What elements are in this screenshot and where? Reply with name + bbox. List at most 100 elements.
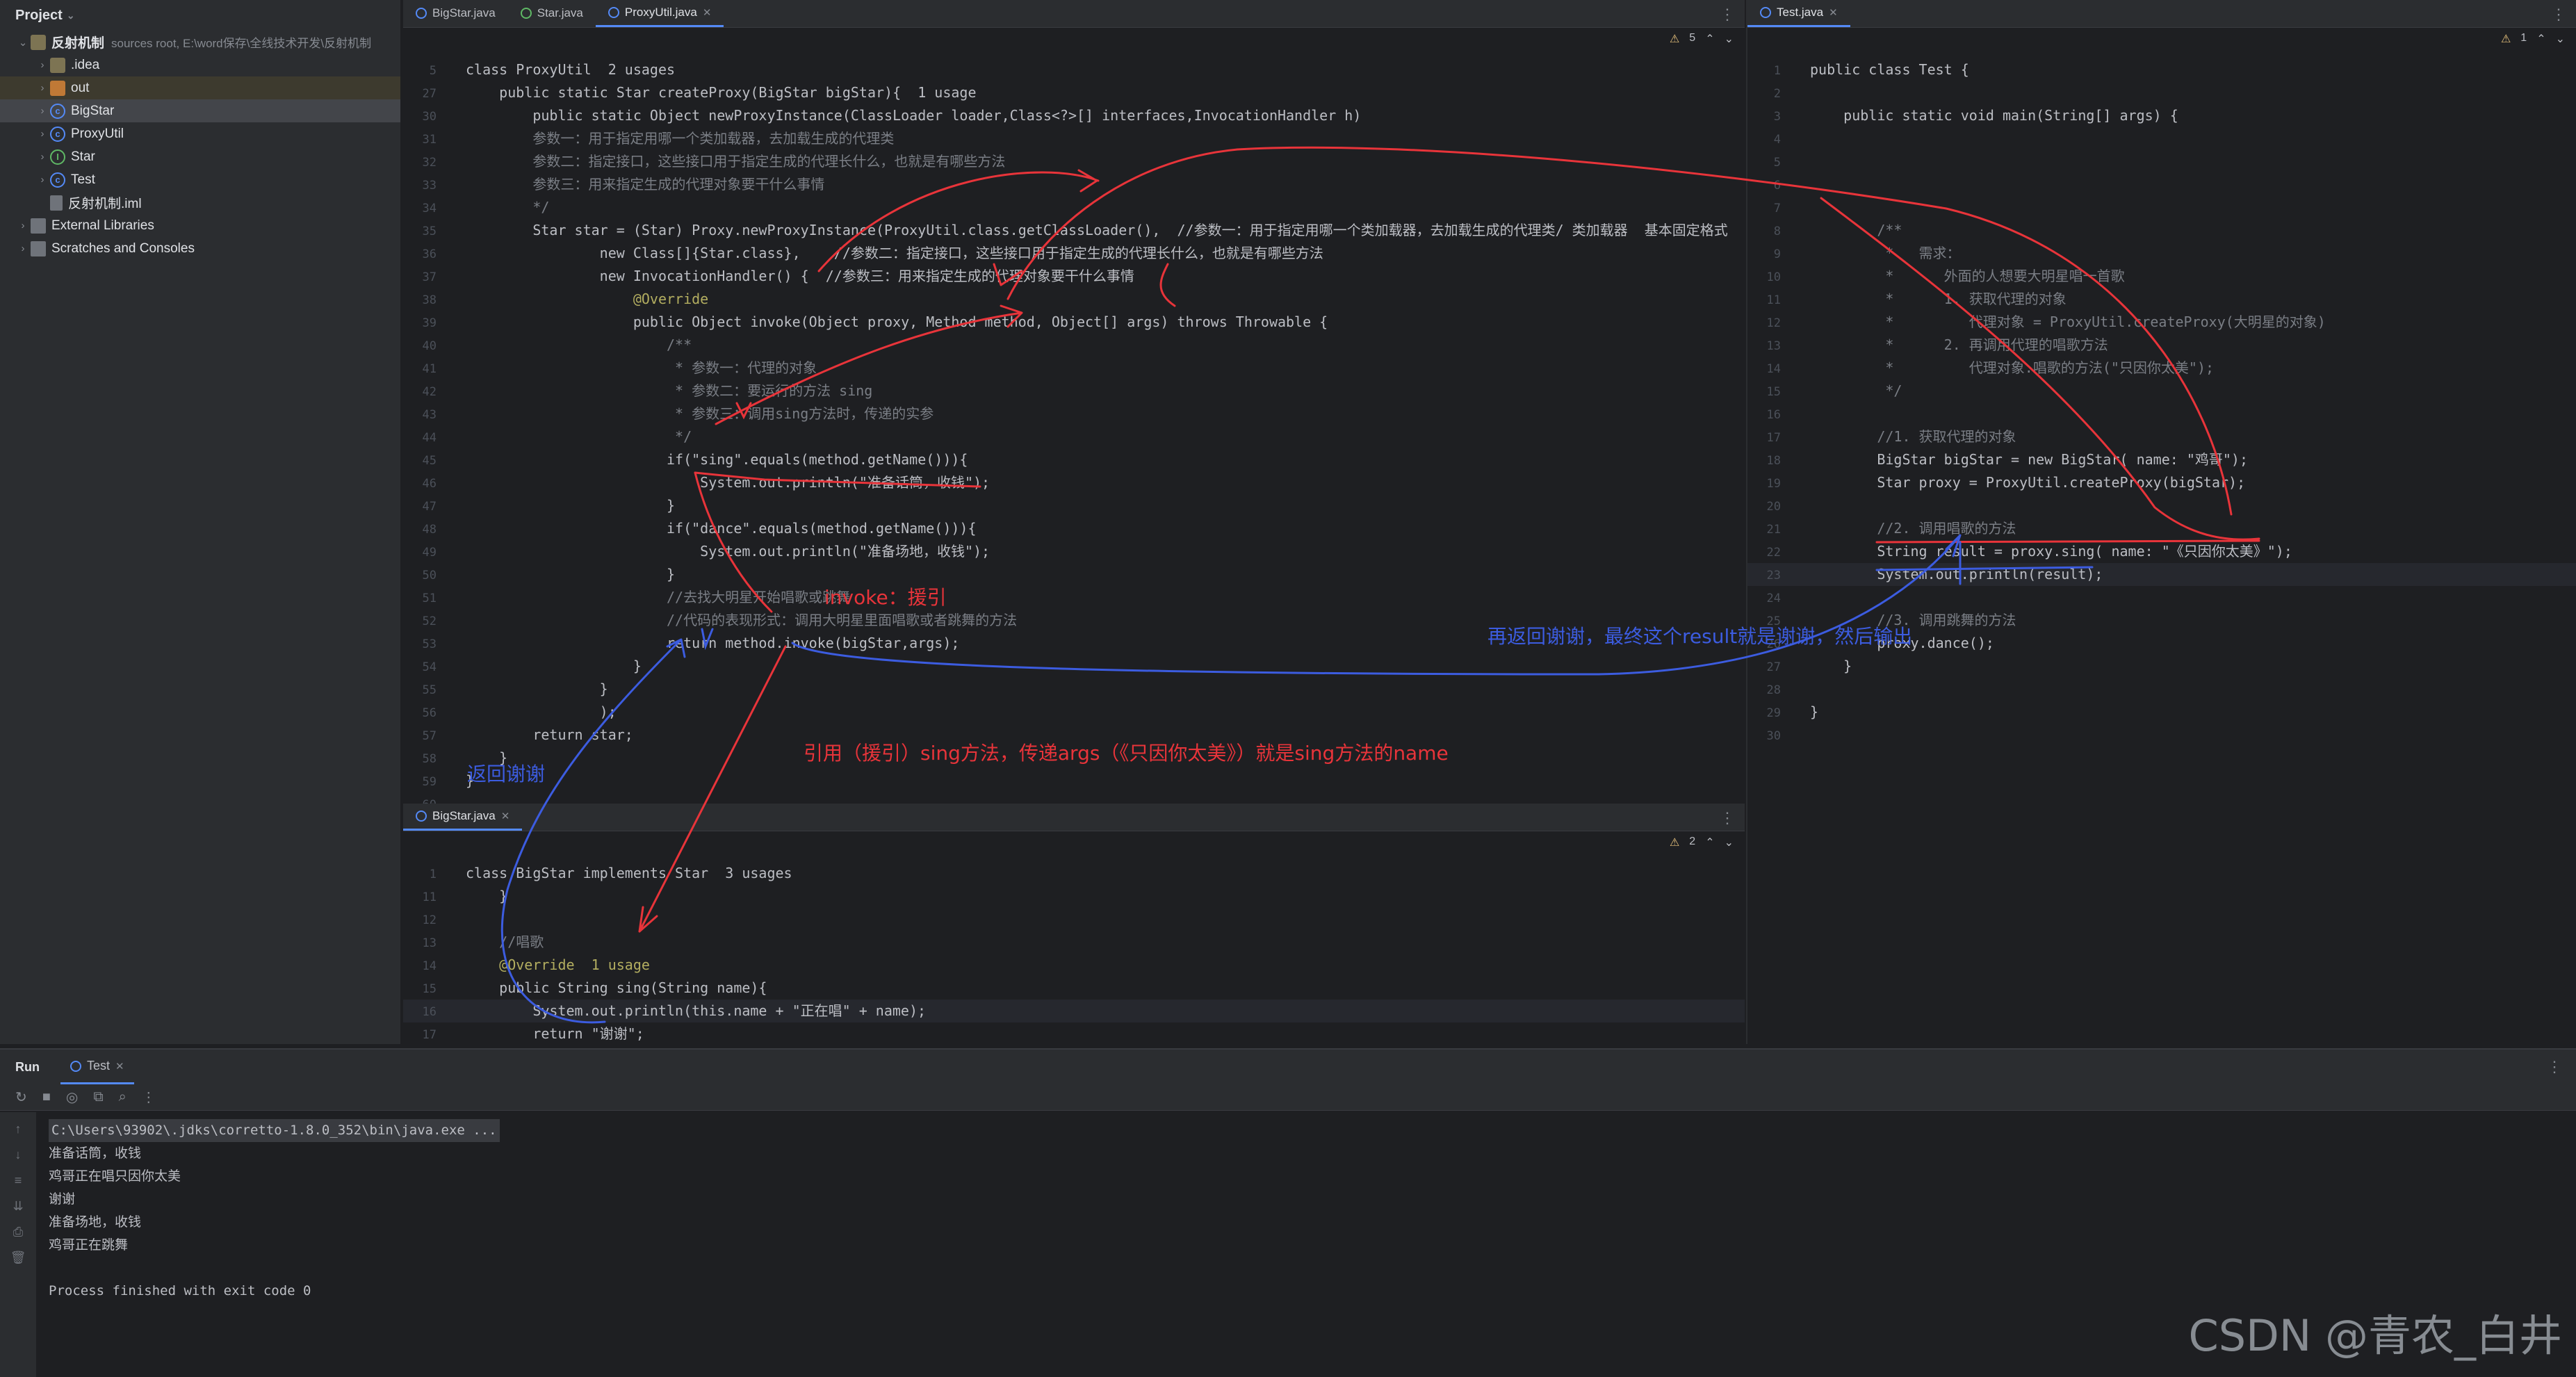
code-line[interactable]: 56 ); [403, 701, 1745, 724]
close-icon[interactable]: ✕ [115, 1060, 124, 1073]
code-line[interactable]: 55 } [403, 678, 1745, 701]
more-icon[interactable]: ⋮ [1720, 6, 1735, 24]
line-number[interactable]: 4 [1747, 129, 1785, 152]
code-line[interactable]: 5 class ProxyUtil 2 usages [403, 58, 1745, 81]
line-number[interactable]: 30 [1747, 725, 1785, 748]
tree-item-iml[interactable]: 反射机制.iml [0, 191, 400, 214]
close-icon[interactable]: ✕ [501, 810, 510, 822]
scroll-to-end-icon[interactable]: ⇊ [13, 1199, 23, 1214]
line-number[interactable]: 11 [403, 886, 441, 909]
code-line[interactable]: 12 * 代理对象 = ProxyUtil.createProxy(大明星的对象… [1747, 311, 2576, 334]
line-number[interactable]: 15 [1747, 381, 1785, 404]
line-number[interactable]: 27 [1747, 656, 1785, 679]
line-number[interactable]: 14 [1747, 358, 1785, 381]
code-line[interactable]: 47 } [403, 494, 1745, 517]
code-line[interactable]: 15 */ [1747, 380, 2576, 402]
chevron-down-icon[interactable]: ⌄ [67, 10, 75, 22]
line-number[interactable]: 30 [403, 106, 441, 129]
line-number[interactable]: 52 [403, 610, 441, 633]
code-line[interactable]: 19 Star proxy = ProxyUtil.createProxy(bi… [1747, 471, 2576, 494]
tab-bigstar-java[interactable]: BigStar.java ✕ [403, 803, 523, 831]
line-number[interactable]: 53 [403, 633, 441, 656]
code-line[interactable]: 1 class BigStar implements Star 3 usages [403, 862, 1745, 885]
code-line[interactable]: 37 new InvocationHandler() { //参数三：用来指定生… [403, 265, 1745, 288]
code-line[interactable]: 22 String result = proxy.sing( name: "《只… [1747, 540, 2576, 563]
print-icon[interactable]: ⎙ [13, 1225, 23, 1239]
code-line[interactable]: 45 if("sing".equals(method.getName())){ [403, 448, 1745, 471]
code-line[interactable]: 11 } [403, 885, 1745, 908]
line-number[interactable]: 29 [1747, 702, 1785, 725]
tab-star-java[interactable]: Star.java [508, 0, 596, 27]
code-line[interactable]: 15 public String sing(String name){ [403, 977, 1745, 1000]
code-line[interactable]: 17 //1. 获取代理的对象 [1747, 425, 2576, 448]
code-line[interactable]: 16 System.out.println(this.name + "正在唱" … [403, 1000, 1745, 1022]
line-number[interactable]: 59 [403, 771, 441, 794]
code-line[interactable]: 7 [1747, 196, 2576, 219]
soft-wrap-icon[interactable]: ≡ [15, 1173, 22, 1188]
more-icon[interactable]: ⋮ [2551, 6, 2566, 24]
search-icon[interactable]: ⌕ [119, 1089, 127, 1105]
code-line[interactable]: 59} [403, 769, 1745, 792]
code-line[interactable]: 54 } [403, 655, 1745, 678]
line-number[interactable]: 57 [403, 725, 441, 748]
code-line[interactable]: 12 [403, 908, 1745, 931]
line-number[interactable]: 1 [1747, 60, 1785, 83]
line-number[interactable]: 41 [403, 358, 441, 381]
chevron-right-icon[interactable]: › [35, 82, 50, 94]
line-number[interactable]: 44 [403, 427, 441, 450]
code-line[interactable]: 21 //2. 调用唱歌的方法 [1747, 517, 2576, 540]
code-area[interactable]: 5 class ProxyUtil 2 usages 27 public stati… [403, 28, 1745, 812]
line-number[interactable]: 9 [1747, 243, 1785, 266]
line-number[interactable]: 47 [403, 496, 441, 519]
line-number[interactable]: 15 [403, 978, 441, 1001]
line-number[interactable]: 11 [1747, 289, 1785, 312]
close-icon[interactable]: ✕ [703, 6, 712, 19]
code-line[interactable]: 28 [1747, 678, 2576, 701]
line-number[interactable]: 20 [1747, 496, 1785, 519]
code-line[interactable]: 14 * 代理对象.唱歌的方法("只因你太美"); [1747, 357, 2576, 380]
code-line[interactable]: 1 public class Test { [1747, 58, 2576, 81]
line-number[interactable]: 5 [403, 60, 441, 83]
code-line[interactable]: 34 */ [403, 196, 1745, 219]
line-number[interactable]: 58 [403, 748, 441, 771]
line-number[interactable]: 17 [403, 1024, 441, 1047]
line-number[interactable]: 16 [403, 1001, 441, 1024]
line-number[interactable]: 40 [403, 335, 441, 358]
code-line[interactable]: 38 @Override [403, 288, 1745, 311]
code-line[interactable]: 24 [1747, 586, 2576, 609]
line-number[interactable]: 10 [1747, 266, 1785, 289]
code-line[interactable]: 11 * 1. 获取代理的对象 [1747, 288, 2576, 311]
code-line[interactable]: 23 System.out.println(result); [1747, 563, 2576, 586]
line-number[interactable]: 5 [1747, 152, 1785, 174]
line-number[interactable]: 19 [1747, 473, 1785, 496]
code-line[interactable]: 36 new Class[]{Star.class}, //参数二：指定接口，这… [403, 242, 1745, 265]
line-number[interactable]: 1 [403, 863, 441, 886]
arrow-down-icon[interactable]: ↓ [15, 1148, 22, 1162]
line-number[interactable]: 49 [403, 541, 441, 564]
code-line[interactable]: 16 [1747, 402, 2576, 425]
code-line[interactable]: 5 [1747, 150, 2576, 173]
line-number[interactable]: 12 [1747, 312, 1785, 335]
tab-test-java[interactable]: Test.java ✕ [1747, 0, 1850, 27]
line-number[interactable]: 27 [403, 83, 441, 106]
line-number[interactable]: 2 [1747, 83, 1785, 106]
console-output[interactable]: C:\Users\93902\.jdks\corretto-1.8.0_352\… [49, 1119, 500, 1303]
line-number[interactable]: 54 [403, 656, 441, 679]
line-number[interactable]: 17 [1747, 427, 1785, 450]
more-icon[interactable]: ⋮ [1720, 809, 1735, 827]
camera-icon[interactable]: ◎ [66, 1089, 78, 1106]
line-number[interactable]: 7 [1747, 197, 1785, 220]
code-line[interactable]: 2 [1747, 81, 2576, 104]
line-number[interactable]: 38 [403, 289, 441, 312]
tree-item-out[interactable]: › out [0, 76, 400, 99]
code-line[interactable]: 29} [1747, 701, 2576, 724]
code-line[interactable]: 39 public Object invoke(Object proxy, Me… [403, 311, 1745, 334]
code-line[interactable]: 46 System.out.println("准备话筒，收钱"); [403, 471, 1745, 494]
code-line[interactable]: 20 [1747, 494, 2576, 517]
trash-icon[interactable]: 🗑 [10, 1250, 26, 1265]
line-number[interactable]: 55 [403, 679, 441, 702]
more-icon[interactable]: ⋮ [2547, 1058, 2562, 1076]
code-area[interactable]: 1 public class Test {2 3 public static voi… [1747, 28, 2576, 743]
line-number[interactable]: 50 [403, 564, 441, 587]
code-line[interactable]: 33 参数三：用来指定生成的代理对象要干什么事情 [403, 173, 1745, 196]
